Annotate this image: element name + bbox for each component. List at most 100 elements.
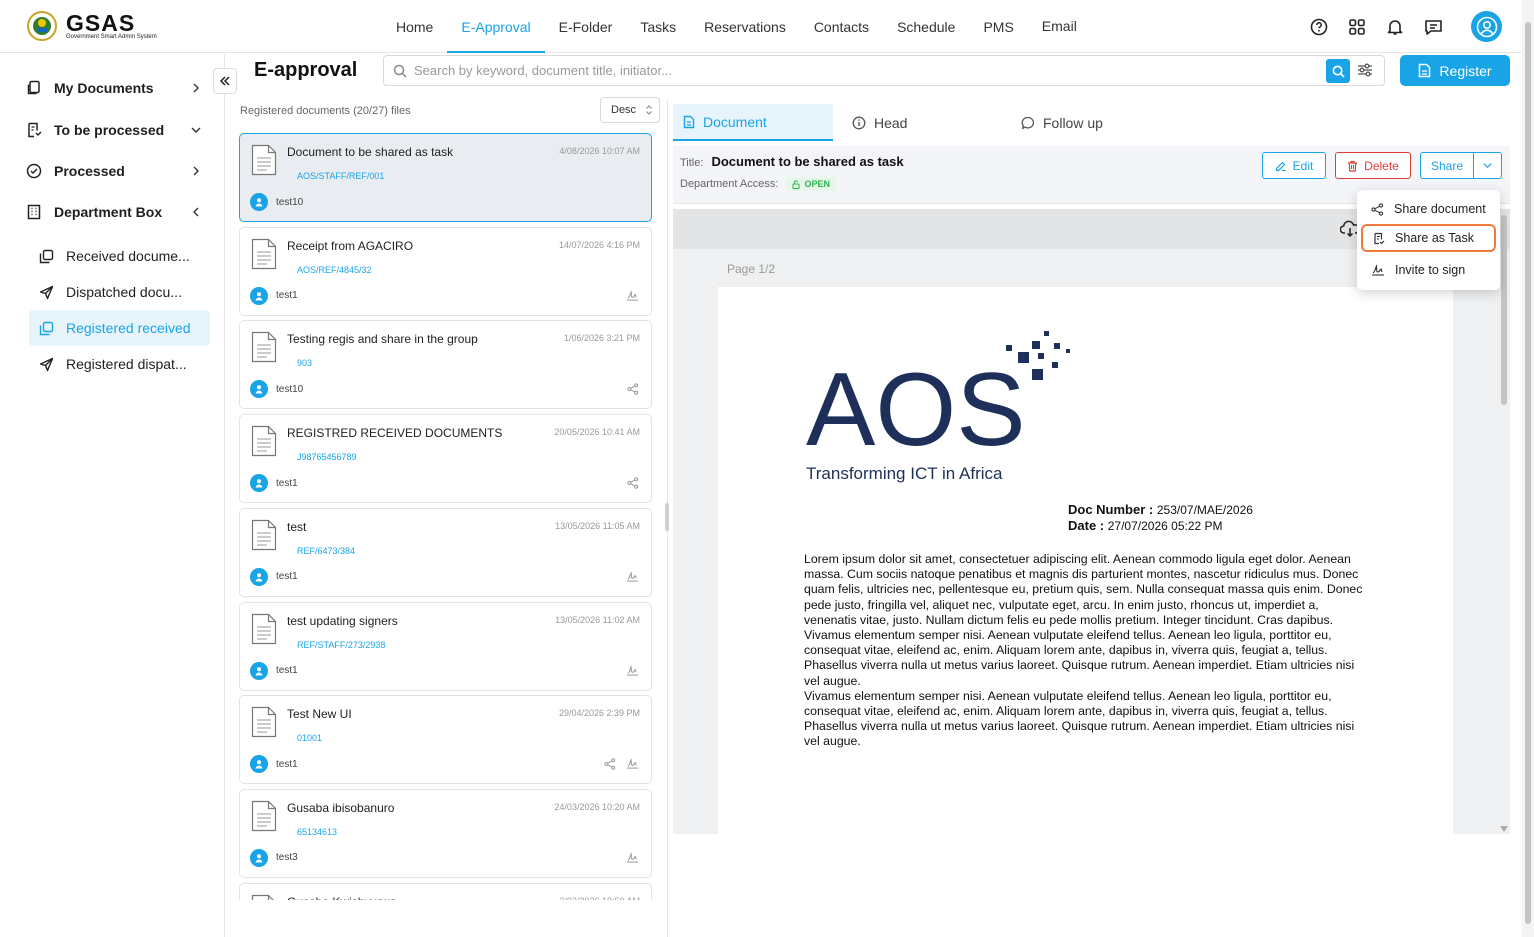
user-icon (250, 193, 268, 211)
nav-item-tasks[interactable]: Tasks (626, 0, 690, 53)
document-date: 29/04/2026 2:39 PM (558, 708, 640, 719)
nav-item-pms[interactable]: PMS (969, 0, 1027, 53)
nav-item-reservations[interactable]: Reservations (690, 0, 800, 53)
page-title: E-approval (254, 59, 358, 81)
document-card[interactable]: Testing regis and share in the group 1/06… (239, 320, 652, 410)
file-icon (251, 332, 277, 363)
search-button[interactable] (1326, 59, 1350, 83)
register-button[interactable]: Register (1400, 55, 1510, 86)
document-card[interactable]: REGISTRED RECEIVED DOCUMENTS 20/05/2026 1… (239, 414, 652, 504)
date-value: 27/07/2026 05:22 PM (1107, 519, 1223, 533)
check-circle-icon (26, 163, 42, 179)
document-card[interactable]: Document to be shared as task 4/08/2026 1… (239, 133, 652, 222)
menu-item-share-as-task[interactable]: Share as Task (1361, 224, 1496, 252)
sidebar-item-to-be-processed[interactable]: To be processed (26, 122, 201, 138)
share-dropdown-toggle[interactable] (1473, 152, 1502, 179)
document-viewer: Page 1/2 AOS Transforming ICT in Africa … (673, 209, 1510, 834)
logo-title: GSAS (66, 9, 136, 36)
share-icon[interactable] (627, 383, 639, 396)
open-status-badge: OPEN (786, 177, 836, 191)
nav-item-contacts[interactable]: Contacts (800, 0, 883, 53)
tab-label: Follow up (1043, 114, 1103, 131)
menu-item-invite-to-sign[interactable]: Invite to sign (1361, 256, 1496, 284)
sidebar-subitem-received-documents[interactable]: Received docume... (29, 238, 210, 274)
share-icon[interactable] (627, 477, 639, 489)
share-button[interactable]: Share (1420, 152, 1474, 179)
initiator-name: test1 (276, 665, 298, 676)
share-icon[interactable] (604, 758, 616, 770)
sidebar-item-processed[interactable]: Processed (26, 163, 201, 179)
signature-icon[interactable] (626, 571, 639, 582)
tab-document[interactable]: Document (673, 104, 833, 141)
emblem-icon (27, 11, 57, 41)
panel-resize-handle[interactable] (665, 503, 669, 531)
search-input[interactable] (414, 56, 1314, 85)
chevron-right-icon (193, 166, 199, 176)
sidebar-subitem-label: Registered dispat... (66, 356, 187, 372)
document-card[interactable]: test updating signers 13/05/2026 11:02 AM… (239, 601, 652, 691)
search-bar (383, 55, 1385, 86)
apps-grid-icon[interactable] (1348, 18, 1366, 36)
document-title: Document to be shared as task (711, 154, 904, 169)
page-scrollbar-thumb[interactable] (1525, 22, 1531, 924)
document-date: 13/05/2026 11:05 AM (555, 520, 640, 531)
signature-icon[interactable] (626, 664, 639, 676)
aos-logo: AOS Transforming ICT in Africa (806, 327, 1076, 487)
document-card[interactable]: Receipt from AGACIRO 14/07/2026 4:16 PM AO… (239, 226, 652, 316)
signature-icon[interactable] (626, 852, 639, 863)
nav-item-schedule[interactable]: Schedule (883, 0, 969, 53)
edit-icon (1275, 161, 1286, 171)
nav-item-home[interactable]: Home (382, 0, 447, 53)
comment-icon (1021, 116, 1035, 129)
bell-icon[interactable] (1386, 18, 1404, 36)
tab-label: Document (703, 113, 767, 130)
file-icon (251, 894, 275, 900)
doc-number-label: Doc Number (1068, 502, 1146, 517)
sidebar-item-department-box[interactable]: Department Box (26, 204, 201, 220)
document-initiator: test10 (250, 193, 303, 211)
signature-icon[interactable] (626, 758, 639, 769)
document-title: Receipt from AGACIRO (287, 238, 414, 253)
initiator-name: test3 (276, 852, 298, 864)
document-date: 4/08/2026 10:07 AM (559, 146, 640, 156)
user-avatar[interactable] (1471, 11, 1502, 42)
document-card[interactable]: test 13/05/2026 11:05 AM REF/6473/384 test1 (239, 507, 652, 597)
badge-label: OPEN (804, 179, 830, 189)
signature-icon[interactable] (626, 289, 639, 301)
scroll-down-arrow-icon[interactable] (1500, 826, 1508, 832)
viewer-scrollbar[interactable] (1501, 215, 1507, 405)
edit-button[interactable]: Edit (1262, 152, 1326, 179)
chevron-down-icon (191, 127, 201, 133)
document-card[interactable]: Test New UI 29/04/2026 2:39 PM 01001 test1 (239, 695, 652, 785)
document-initiator: test1 (250, 286, 298, 305)
sidebar-subitem-dispatched-documents[interactable]: Dispatched docu... (29, 274, 210, 310)
search-icon (393, 64, 407, 78)
filter-sliders-icon[interactable] (1356, 61, 1374, 79)
collapse-sidebar-button[interactable] (213, 68, 237, 94)
share-icon (1371, 202, 1384, 216)
initiator-name: test1 (276, 571, 298, 583)
menu-item-share-document[interactable]: Share document (1361, 195, 1496, 223)
logo-tagline: Transforming ICT in Africa (806, 464, 1003, 483)
help-icon[interactable] (1310, 18, 1328, 36)
nav-item-e-folder[interactable]: E-Folder (545, 0, 627, 53)
app-logo[interactable]: GSAS Government Smart Admin System (26, 10, 157, 42)
sidebar-subitem-registered-dispatched[interactable]: Registered dispat... (29, 346, 210, 382)
chat-icon[interactable] (1424, 18, 1443, 36)
document-list-panel: Registered documents (20/27) files Desc … (225, 97, 668, 937)
nav-item-e-approval[interactable]: E-Approval (447, 0, 545, 53)
tab-follow-up[interactable]: Follow up (1011, 104, 1171, 141)
document-reference: AOS/STAFF/REF/001 (297, 171, 385, 181)
sidebar-subitem-registered-received[interactable]: Registered received (29, 310, 210, 346)
tab-head[interactable]: Head (842, 104, 1002, 141)
delete-button[interactable]: Delete (1335, 152, 1411, 179)
top-navbar: GSAS Government Smart Admin System Home E… (0, 0, 1522, 53)
document-title: Testing regis and share in the group (287, 332, 478, 347)
sidebar-item-my-documents[interactable]: My Documents (26, 80, 201, 96)
document-card[interactable]: Gusaba Kwishyurwa 2/03/2026 10:50 AM (239, 882, 652, 900)
nav-item-email[interactable]: Email (1028, 0, 1091, 53)
menu-item-label: Share document (1394, 202, 1486, 216)
file-icon (251, 707, 277, 738)
document-card[interactable]: Gusaba ibisobanuro 24/03/2026 10:20 AM 651… (239, 788, 652, 878)
document-icon (683, 115, 695, 128)
